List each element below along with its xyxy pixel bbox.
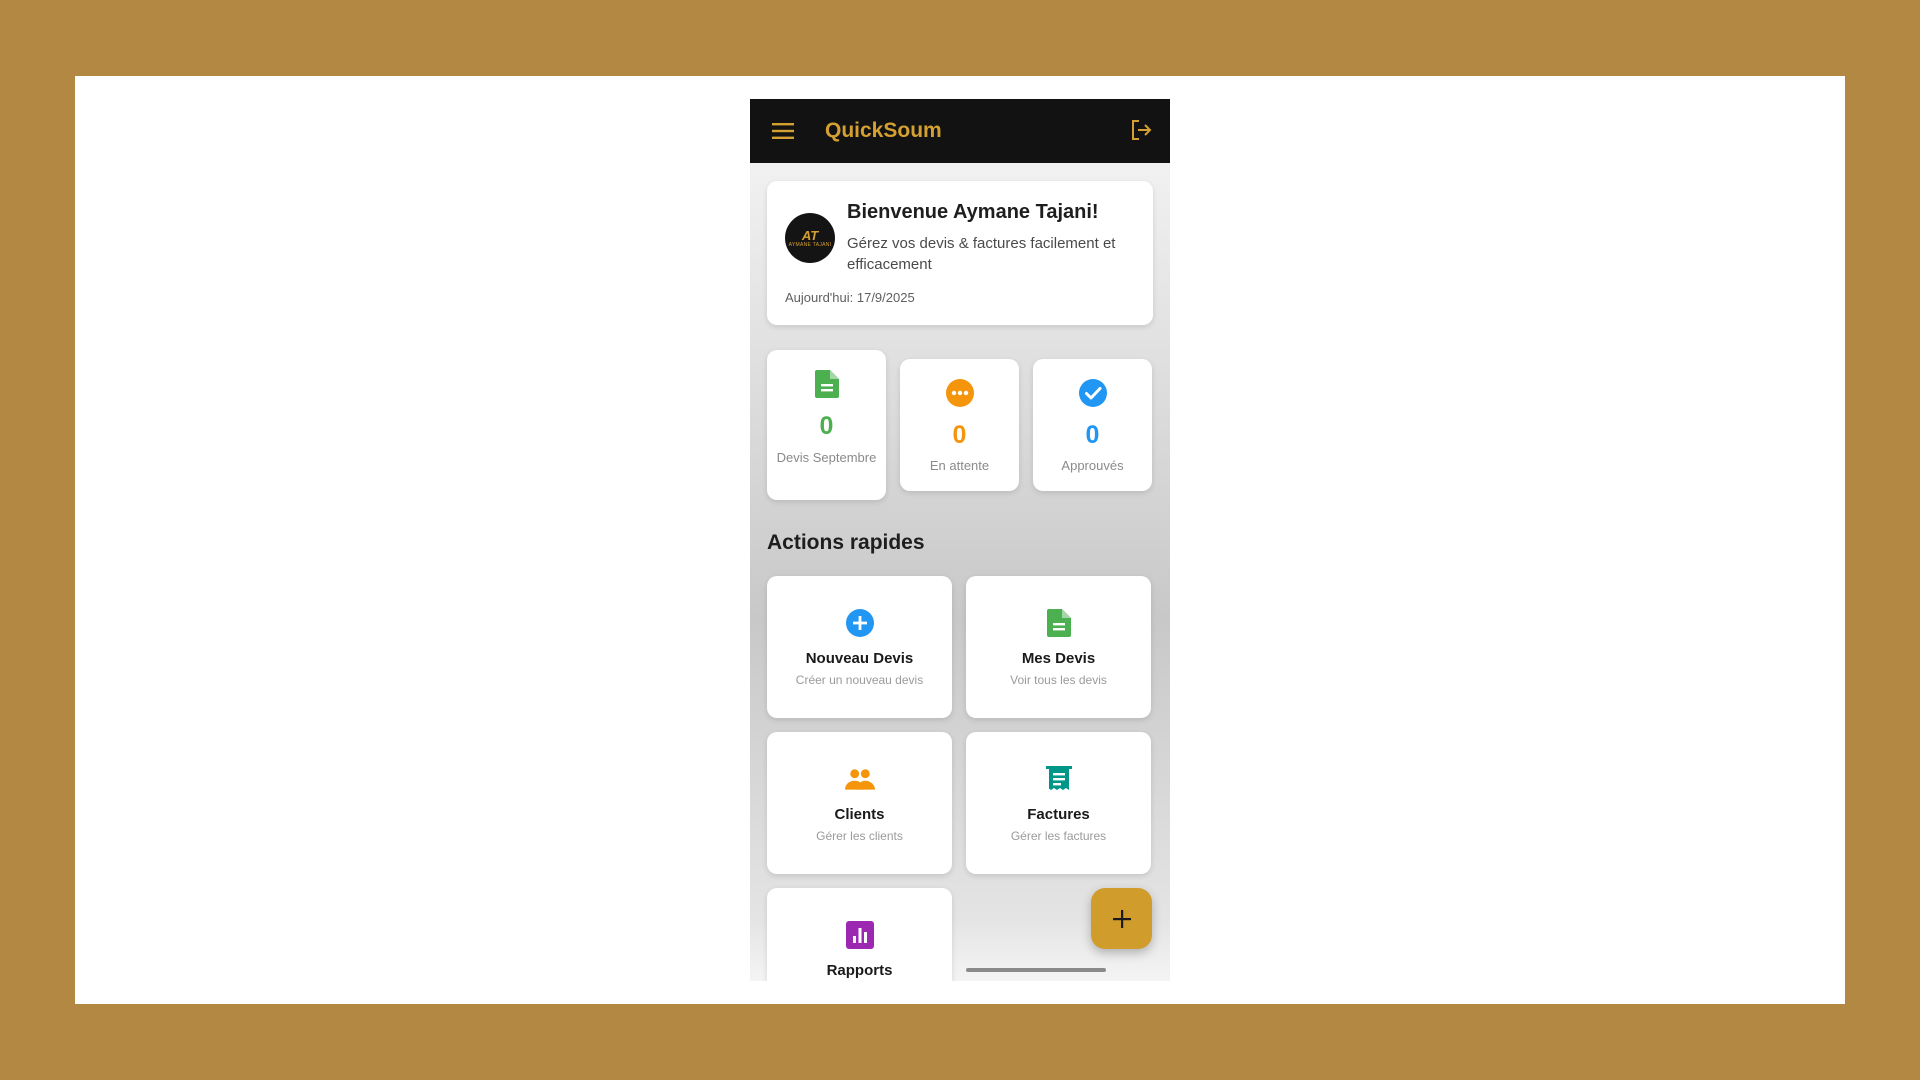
document-icon xyxy=(1044,608,1074,638)
action-subtitle: Gérer les clients xyxy=(816,829,903,843)
bar-chart-icon xyxy=(845,920,875,950)
avatar: AT AYMANE TAJANI xyxy=(785,213,835,263)
action-title: Factures xyxy=(1027,806,1090,823)
stat-label: Devis Septembre xyxy=(776,450,877,465)
stat-card-approved[interactable]: 0 Approuvés xyxy=(1033,359,1152,491)
action-subtitle: Créer un nouveau devis xyxy=(795,673,924,687)
app-bar: QuickSoum xyxy=(750,99,1170,163)
action-subtitle: Gérer les factures xyxy=(1010,829,1107,843)
pending-icon xyxy=(945,379,974,407)
stat-card-pending[interactable]: 0 En attente xyxy=(900,359,1019,491)
avatar-initials: AT xyxy=(801,227,819,243)
welcome-card: AT AYMANE TAJANI Bienvenue Aymane Tajani… xyxy=(767,181,1153,325)
action-title: Clients xyxy=(834,806,885,823)
app-title: QuickSoum xyxy=(825,119,942,142)
action-my-quotes[interactable]: Mes Devis Voir tous les devis xyxy=(966,576,1151,718)
add-fab-button[interactable] xyxy=(1091,888,1152,949)
stat-label: En attente xyxy=(929,458,990,473)
action-invoices[interactable]: Factures Gérer les factures xyxy=(966,732,1151,874)
screen: QuickSoum AT AYMANE TAJANI Bienvenue Aym… xyxy=(75,76,1845,1004)
section-title: Actions rapides xyxy=(767,531,925,554)
welcome-title: Bienvenue Aymane Tajani! xyxy=(847,201,1099,223)
menu-icon xyxy=(772,123,794,139)
stat-value: 0 xyxy=(1085,421,1100,449)
stat-card-devis[interactable]: 0 Devis Septembre xyxy=(767,350,886,500)
stat-value: 0 xyxy=(952,421,967,449)
avatar-name: AYMANE TAJANI xyxy=(788,241,832,248)
stat-value: 0 xyxy=(819,412,834,440)
home-indicator[interactable] xyxy=(966,968,1106,972)
phone-viewport: QuickSoum AT AYMANE TAJANI Bienvenue Aym… xyxy=(750,99,1170,981)
menu-button[interactable] xyxy=(768,116,798,146)
add-circle-icon xyxy=(845,608,875,638)
action-reports[interactable]: Rapports xyxy=(767,888,952,981)
action-clients[interactable]: Clients Gérer les clients xyxy=(767,732,952,874)
plus-icon xyxy=(1112,909,1131,928)
people-icon xyxy=(844,764,875,794)
document-icon xyxy=(814,370,839,398)
logout-icon xyxy=(1132,120,1152,140)
action-title: Mes Devis xyxy=(1021,650,1096,667)
action-new-quote[interactable]: Nouveau Devis Créer un nouveau devis xyxy=(767,576,952,718)
check-circle-icon xyxy=(1078,379,1107,407)
action-title: Rapports xyxy=(826,962,893,979)
receipt-icon xyxy=(1044,764,1074,794)
today-date: Aujourd'hui: 17/9/2025 xyxy=(785,290,915,305)
stat-label: Approuvés xyxy=(1061,458,1124,473)
logout-button[interactable] xyxy=(1126,115,1156,145)
action-subtitle: Voir tous les devis xyxy=(1010,673,1107,687)
action-title: Nouveau Devis xyxy=(805,650,914,667)
welcome-subtitle: Gérez vos devis & factures facilement et… xyxy=(847,235,1116,273)
